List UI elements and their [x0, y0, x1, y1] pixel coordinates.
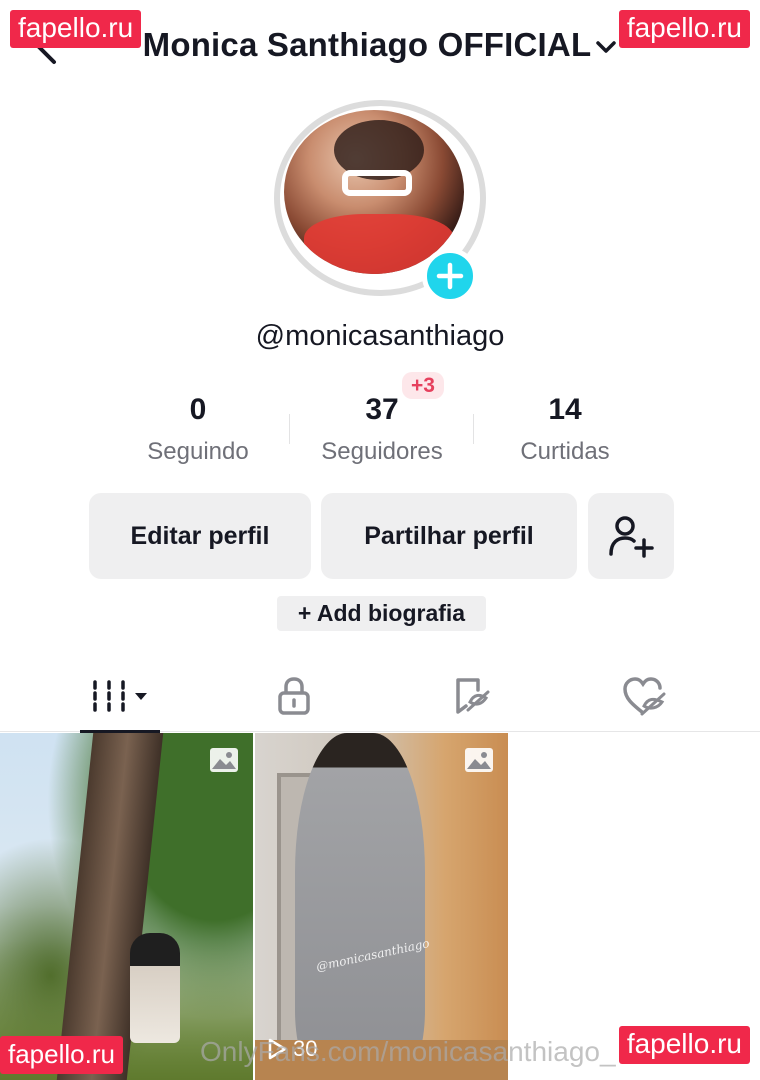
watermark-top-left: fapello.ru — [10, 10, 142, 48]
tab-reposts[interactable] — [432, 660, 512, 732]
add-friends-button[interactable] — [588, 493, 674, 579]
avatar-glasses — [342, 170, 412, 196]
tile-figure — [130, 933, 180, 1043]
stat-divider — [289, 414, 290, 444]
edit-profile-button[interactable]: Editar perfil — [89, 493, 311, 579]
photo-icon — [465, 748, 493, 772]
grid-icon — [93, 680, 147, 712]
stat-following[interactable]: 0 Seguindo — [113, 390, 283, 474]
content-tabs — [0, 660, 760, 733]
chevron-down-icon — [596, 41, 617, 54]
plus-icon — [436, 262, 464, 290]
username: @monicasanthiago — [255, 320, 505, 352]
heart-hidden-icon — [623, 677, 666, 716]
profile-title-text: Monica Santhiago OFFICIAL — [142, 26, 592, 63]
stat-divider — [473, 414, 474, 444]
add-story-button[interactable] — [422, 248, 478, 304]
following-count: 0 — [189, 393, 207, 426]
stat-likes[interactable]: 14 Curtidas — [480, 390, 650, 474]
profile-stats: 0 Seguindo 37 Seguidores 14 Curtidas — [0, 390, 760, 470]
watermark-bottom-left: fapello.ru — [0, 1036, 123, 1074]
grid-item[interactable] — [0, 733, 253, 1080]
followers-label: Seguidores — [321, 438, 443, 465]
tab-videos[interactable] — [80, 660, 160, 733]
stat-followers[interactable]: 37 Seguidores — [297, 390, 467, 474]
following-label: Seguindo — [147, 438, 249, 465]
avatar[interactable] — [284, 110, 464, 274]
avatar-container[interactable] — [274, 100, 488, 304]
followers-count: 37 — [365, 393, 399, 426]
add-user-icon — [609, 516, 654, 558]
repost-icon — [456, 678, 490, 714]
grid-item[interactable]: @monicasanthiago 30 — [255, 733, 508, 1080]
photo-icon — [210, 748, 238, 772]
add-bio-button[interactable]: + Add biografia — [277, 596, 486, 631]
likes-label: Curtidas — [520, 438, 610, 465]
tile-figure — [295, 733, 425, 1080]
likes-count: 14 — [548, 393, 582, 426]
watermark-top-right: fapello.ru — [618, 10, 750, 48]
watermark-bottom-right: fapello.ru — [618, 1026, 750, 1064]
lock-icon — [278, 677, 310, 715]
footer-watermark: OnlyFans.com/monicasanthiago_ — [200, 1036, 616, 1067]
tab-private[interactable] — [254, 660, 334, 732]
tab-liked[interactable] — [604, 660, 684, 732]
share-profile-button[interactable]: Partilhar perfil — [321, 493, 577, 579]
